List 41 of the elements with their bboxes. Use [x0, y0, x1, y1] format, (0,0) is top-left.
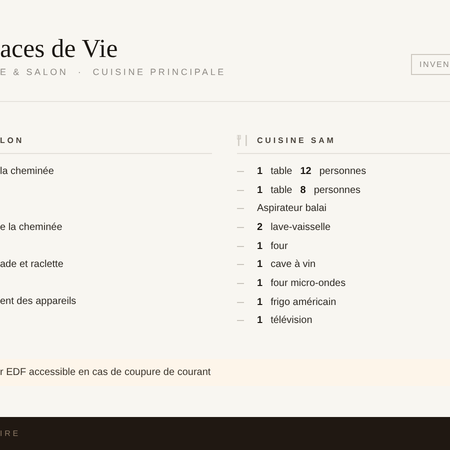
- item-name: table: [270, 166, 292, 177]
- footer-text: IRE: [0, 429, 21, 438]
- item-quantity: 1: [257, 278, 263, 289]
- dash-icon: [237, 320, 244, 322]
- item-name: cave à vin: [270, 259, 316, 270]
- dash-icon: [237, 264, 244, 266]
- notice-text: r EDF accessible en cas de coupure de courant: [0, 367, 211, 378]
- item-quantity: 1: [257, 296, 263, 308]
- dash-icon: [237, 246, 244, 247]
- item-name: la cheminée: [0, 166, 54, 177]
- item-quantity: 1: [257, 166, 263, 177]
- item-quantity: 1: [257, 240, 263, 252]
- item-name: ade et raclette: [0, 258, 64, 270]
- page-subtitle: E & SALON · CUISINE PRINCIPALE: [0, 67, 226, 77]
- page-title: aces de Vie: [0, 35, 119, 63]
- section-heading: CUISINE SAM: [257, 136, 336, 144]
- item-quantity: 1: [257, 315, 263, 326]
- item-quantity: 8: [300, 184, 306, 196]
- item-name: télévision: [270, 315, 312, 326]
- dash-icon: [237, 208, 244, 210]
- dash-icon: [237, 190, 244, 191]
- section-heading: LON: [0, 136, 24, 144]
- inventory-button[interactable]: INVEN: [410, 54, 450, 75]
- item-quantity: 1: [257, 259, 263, 270]
- item-name: e la cheminée: [0, 222, 62, 233]
- item-name: frigo américain: [270, 296, 336, 308]
- dash-icon: [237, 302, 244, 303]
- item-name: Aspirateur balai: [257, 203, 326, 214]
- item-name: personnes: [314, 184, 361, 196]
- item-name: table: [270, 184, 292, 196]
- dash-icon: [237, 226, 244, 228]
- item-name: ent des appareils: [0, 296, 76, 307]
- dash-icon: [237, 282, 244, 284]
- dash-icon: [237, 170, 244, 172]
- item-name: four micro-ondes: [270, 278, 346, 289]
- item-quantity: 1: [257, 184, 263, 196]
- item-quantity: 12: [300, 166, 312, 177]
- item-quantity: 2: [257, 222, 263, 233]
- item-name: personnes: [319, 166, 366, 177]
- item-name: four: [270, 240, 288, 252]
- item-name: lave-vaisselle: [270, 222, 331, 233]
